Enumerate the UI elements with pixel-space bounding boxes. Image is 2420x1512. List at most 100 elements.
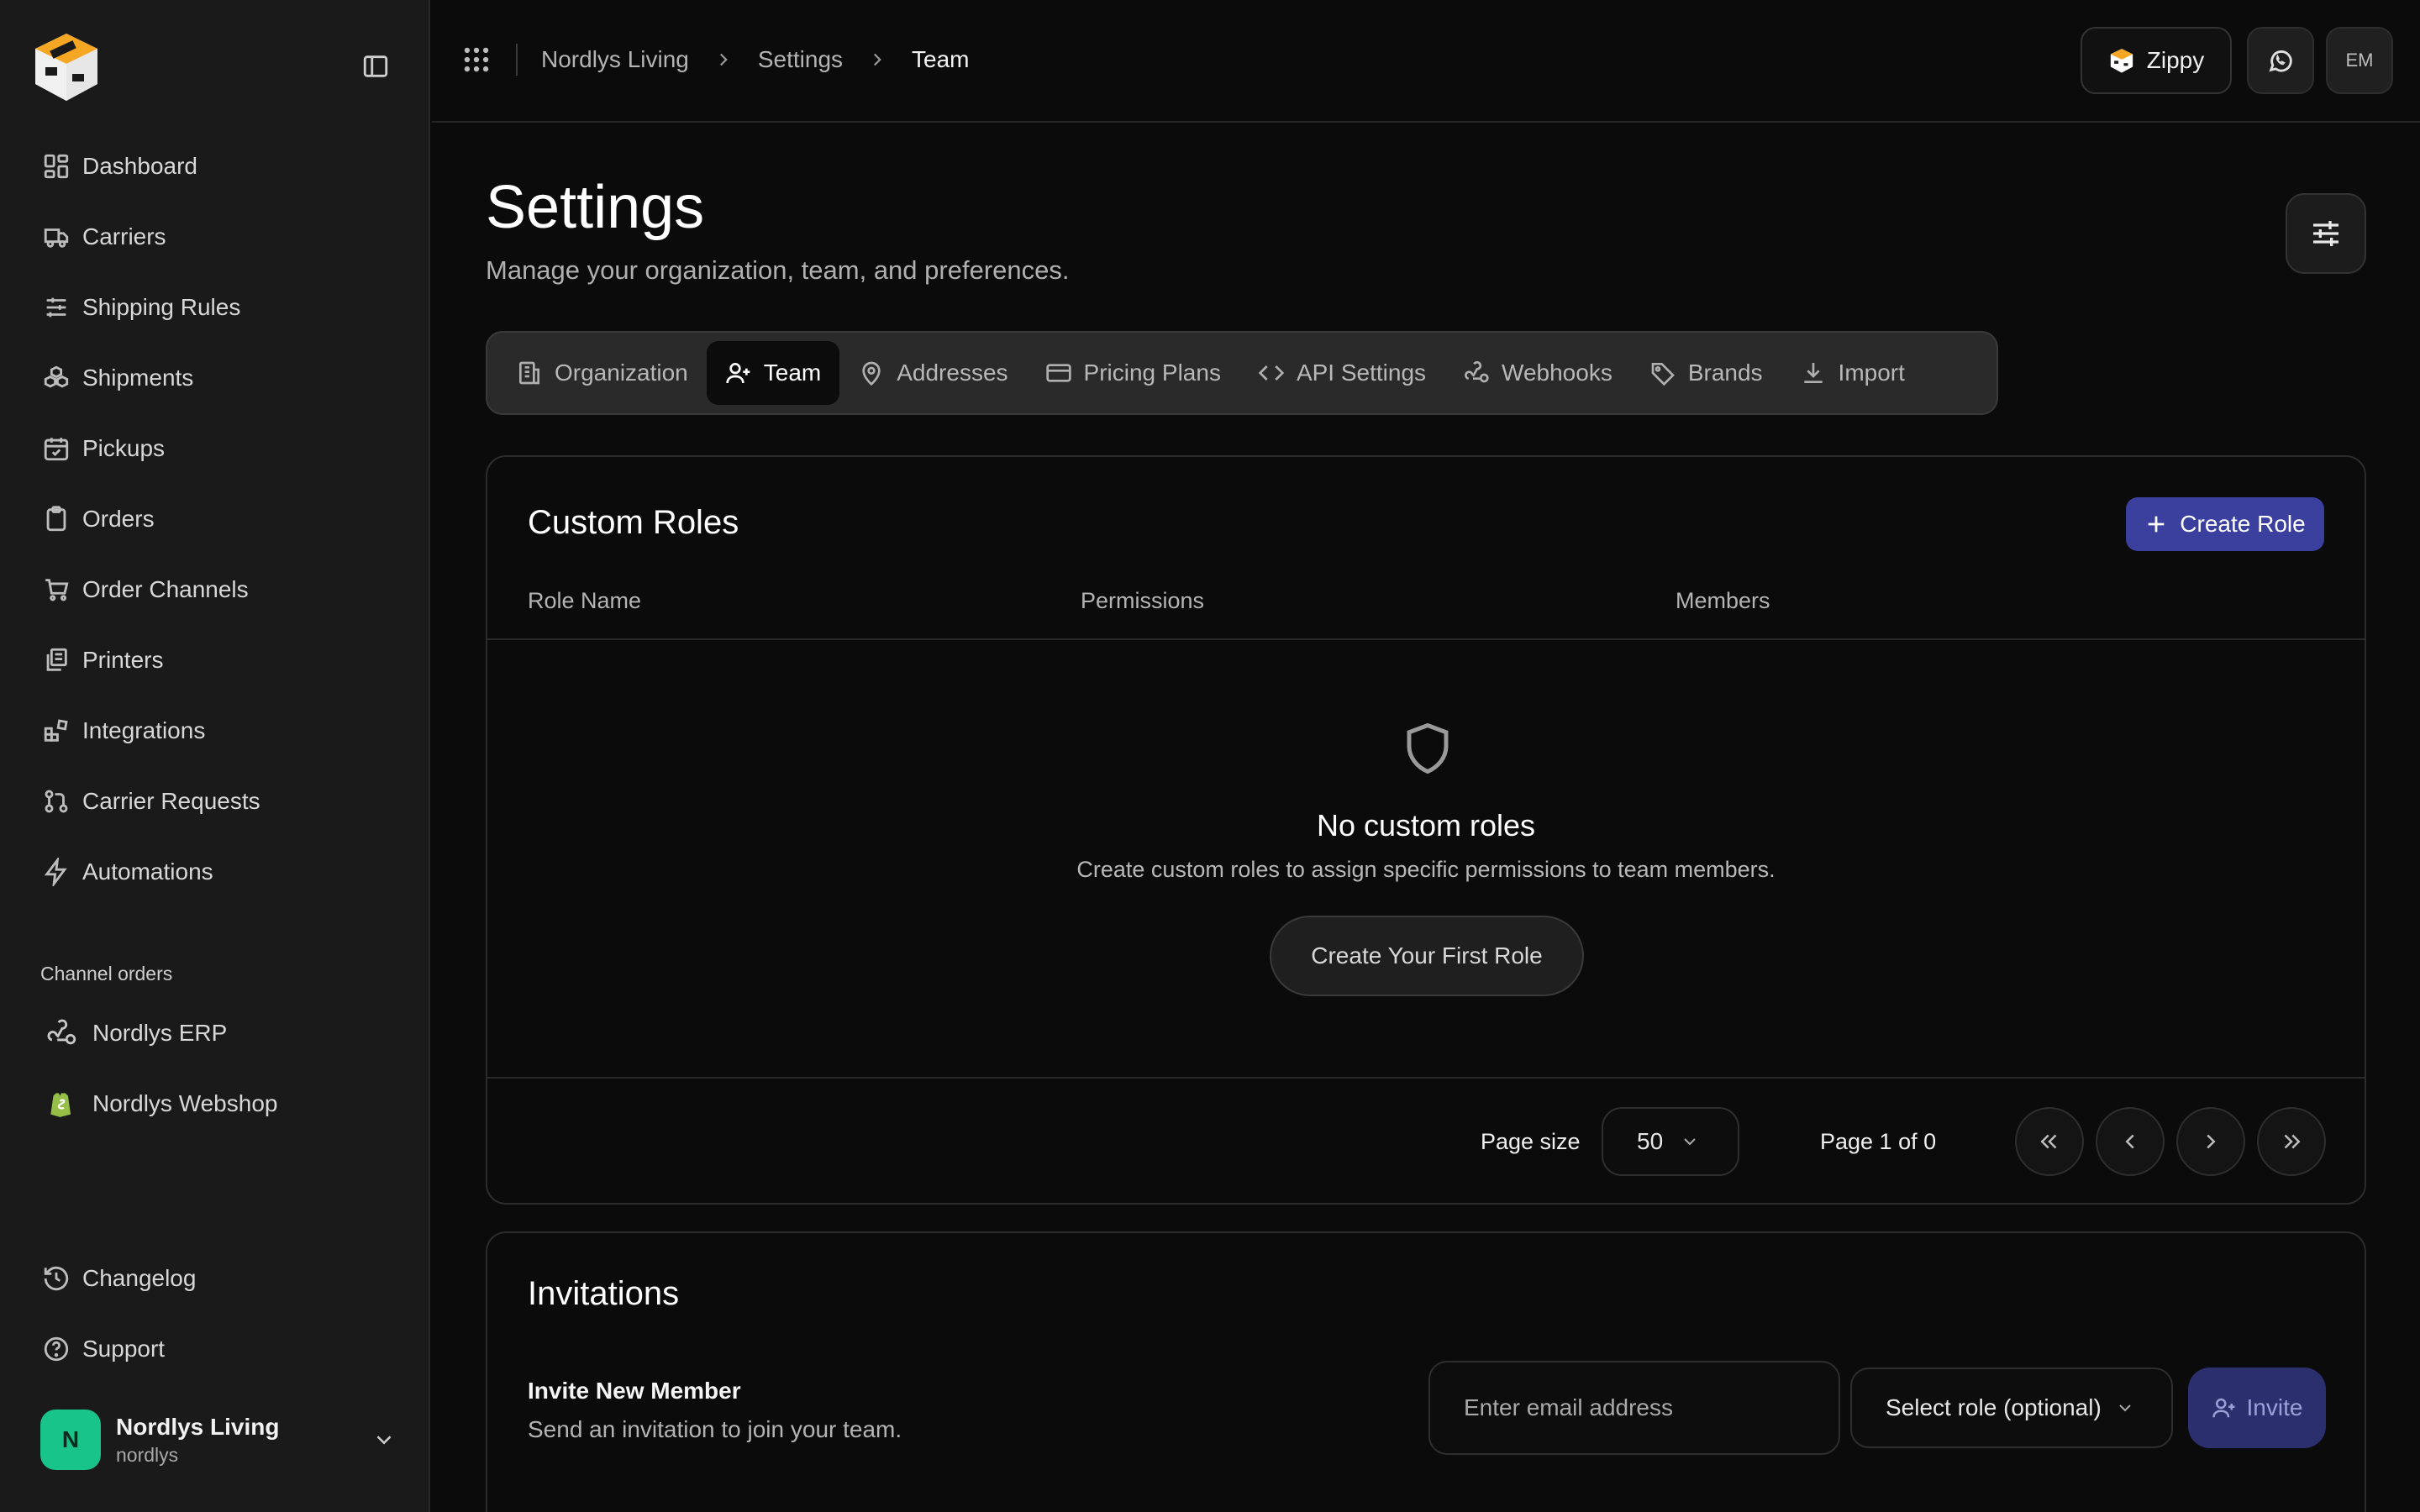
sidebar-item-order-channels[interactable]: Order Channels	[24, 554, 407, 625]
tab-label: Pricing Plans	[1083, 360, 1221, 386]
page-size-select[interactable]: 50	[1602, 1107, 1739, 1176]
tab-label: Brands	[1687, 360, 1763, 386]
chevron-right-icon	[713, 49, 734, 71]
chat-button[interactable]	[2247, 27, 2314, 94]
create-role-button[interactable]: Create Role	[2126, 497, 2324, 551]
org-handle: nordlys	[116, 1443, 179, 1466]
sidebar-item-changelog[interactable]: Changelog	[24, 1243, 407, 1314]
header-divider	[487, 638, 2365, 640]
chevron-right-icon	[2198, 1129, 2223, 1154]
preferences-button[interactable]	[2286, 193, 2366, 274]
org-avatar: N	[40, 1410, 101, 1470]
last-page-button[interactable]	[2257, 1107, 2326, 1176]
sidebar-item-integrations[interactable]: Integrations	[24, 696, 407, 766]
tab-label: Webhooks	[1502, 360, 1612, 386]
user-plus-icon	[725, 360, 752, 386]
printer-icon	[42, 646, 71, 675]
sidebar-item-orders[interactable]: Orders	[24, 484, 407, 554]
sidebar-item-label: Orders	[82, 506, 155, 532]
sidebar-item-printers[interactable]: Printers	[24, 625, 407, 696]
assistant-button[interactable]: Zippy	[2081, 27, 2232, 94]
column-header-permissions: Permissions	[1081, 588, 1205, 613]
history-icon	[42, 1264, 71, 1293]
apps-grid-icon[interactable]	[460, 44, 492, 76]
shield-icon	[1400, 721, 1455, 776]
app-logo[interactable]	[29, 29, 104, 104]
sidebar-item-shipments[interactable]: Shipments	[24, 343, 407, 413]
sidebar-item-label: Pickups	[82, 435, 166, 461]
chevrons-left-icon	[2037, 1129, 2062, 1154]
first-page-button[interactable]	[2015, 1107, 2084, 1176]
sidebar-item-label: Shipments	[82, 365, 194, 391]
breadcrumb-current: Team	[912, 46, 970, 72]
tab-import[interactable]: Import	[1781, 341, 1923, 405]
sidebar-item-label: Printers	[82, 647, 164, 673]
invite-role-select[interactable]: Select role (optional)	[1850, 1368, 2173, 1448]
help-circle-icon	[42, 1335, 71, 1363]
tab-api-settings[interactable]: API Settings	[1239, 341, 1444, 405]
sidebar-item-support[interactable]: Support	[24, 1314, 407, 1384]
breadcrumb-settings[interactable]: Settings	[758, 46, 843, 73]
user-avatar[interactable]: EM	[2326, 27, 2393, 94]
next-page-button[interactable]	[2176, 1107, 2245, 1176]
tab-label: Addresses	[897, 360, 1008, 386]
blocks-icon	[42, 717, 71, 745]
column-header-role-name: Role Name	[528, 588, 642, 613]
tab-organization[interactable]: Organization	[497, 341, 707, 405]
message-circle-icon	[2266, 46, 2295, 75]
channel-label: Nordlys Webshop	[92, 1090, 278, 1116]
breadcrumb-org[interactable]: Nordlys Living	[541, 46, 689, 73]
tab-webhooks[interactable]: Webhooks	[1444, 341, 1631, 405]
plus-icon	[2144, 512, 2168, 536]
webhook-icon	[1463, 360, 1490, 386]
building-icon	[516, 360, 543, 386]
sidebar-item-automations[interactable]: Automations	[24, 837, 407, 907]
assistant-label: Zippy	[2146, 47, 2205, 73]
sidebar-item-label: Carriers	[82, 223, 166, 249]
tab-label: API Settings	[1296, 360, 1427, 386]
create-first-role-button[interactable]: Create Your First Role	[1270, 916, 1584, 996]
sidebar-item-label: Automations	[82, 858, 213, 885]
tab-brands[interactable]: Brands	[1631, 341, 1781, 405]
tab-team[interactable]: Team	[706, 341, 840, 405]
sidebar-item-label: Integrations	[82, 717, 206, 743]
sidebar-item-shipping-rules[interactable]: Shipping Rules	[24, 272, 407, 343]
invite-button[interactable]: Invite	[2188, 1368, 2326, 1448]
calendar-check-icon	[42, 434, 71, 463]
sidebar-item-pickups[interactable]: Pickups	[24, 413, 407, 484]
clipboard-icon	[42, 505, 71, 533]
invite-label: Invite	[2246, 1394, 2303, 1420]
channel-nav: Nordlys ERP Nordlys Webshop	[24, 998, 407, 1139]
page-size-label: Page size	[1481, 1129, 1581, 1154]
chevron-right-icon	[866, 49, 888, 71]
chevron-down-icon	[1680, 1131, 1700, 1152]
zap-icon	[42, 858, 71, 886]
invite-description: Send an invitation to join your team.	[528, 1416, 902, 1442]
credit-card-icon	[1045, 360, 1072, 386]
sidebar-item-dashboard[interactable]: Dashboard	[24, 131, 407, 202]
org-switcher[interactable]: N Nordlys Living nordlys	[40, 1408, 397, 1472]
sidebar-toggle-icon[interactable]	[360, 52, 392, 81]
role-select-placeholder: Select role (optional)	[1886, 1394, 2102, 1420]
chevron-left-icon	[2118, 1129, 2143, 1154]
sidebar-item-carriers[interactable]: Carriers	[24, 202, 407, 272]
sidebar-item-nordlys-erp[interactable]: Nordlys ERP	[24, 998, 407, 1068]
page-info: Page 1 of 0	[1820, 1129, 1937, 1154]
user-plus-icon	[2212, 1395, 2237, 1420]
tab-pricing-plans[interactable]: Pricing Plans	[1027, 341, 1239, 405]
tab-addresses[interactable]: Addresses	[839, 341, 1026, 405]
invite-email-input[interactable]	[1428, 1361, 1840, 1455]
org-name: Nordlys Living	[116, 1413, 280, 1440]
shopify-icon	[45, 1088, 77, 1120]
page-size-value: 50	[1637, 1128, 1664, 1154]
previous-page-button[interactable]	[2096, 1107, 2165, 1176]
sidebar-item-carrier-requests[interactable]: Carrier Requests	[24, 766, 407, 837]
sidebar-item-label: Carrier Requests	[82, 788, 260, 814]
empty-state-description: Create custom roles to assign specific p…	[1076, 857, 1776, 882]
tab-label: Import	[1838, 360, 1905, 386]
download-icon	[1800, 360, 1827, 386]
tab-label: Team	[763, 360, 822, 386]
chevron-down-icon	[2115, 1398, 2135, 1418]
sidebar-item-nordlys-webshop[interactable]: Nordlys Webshop	[24, 1068, 407, 1139]
column-header-members: Members	[1676, 588, 1770, 613]
